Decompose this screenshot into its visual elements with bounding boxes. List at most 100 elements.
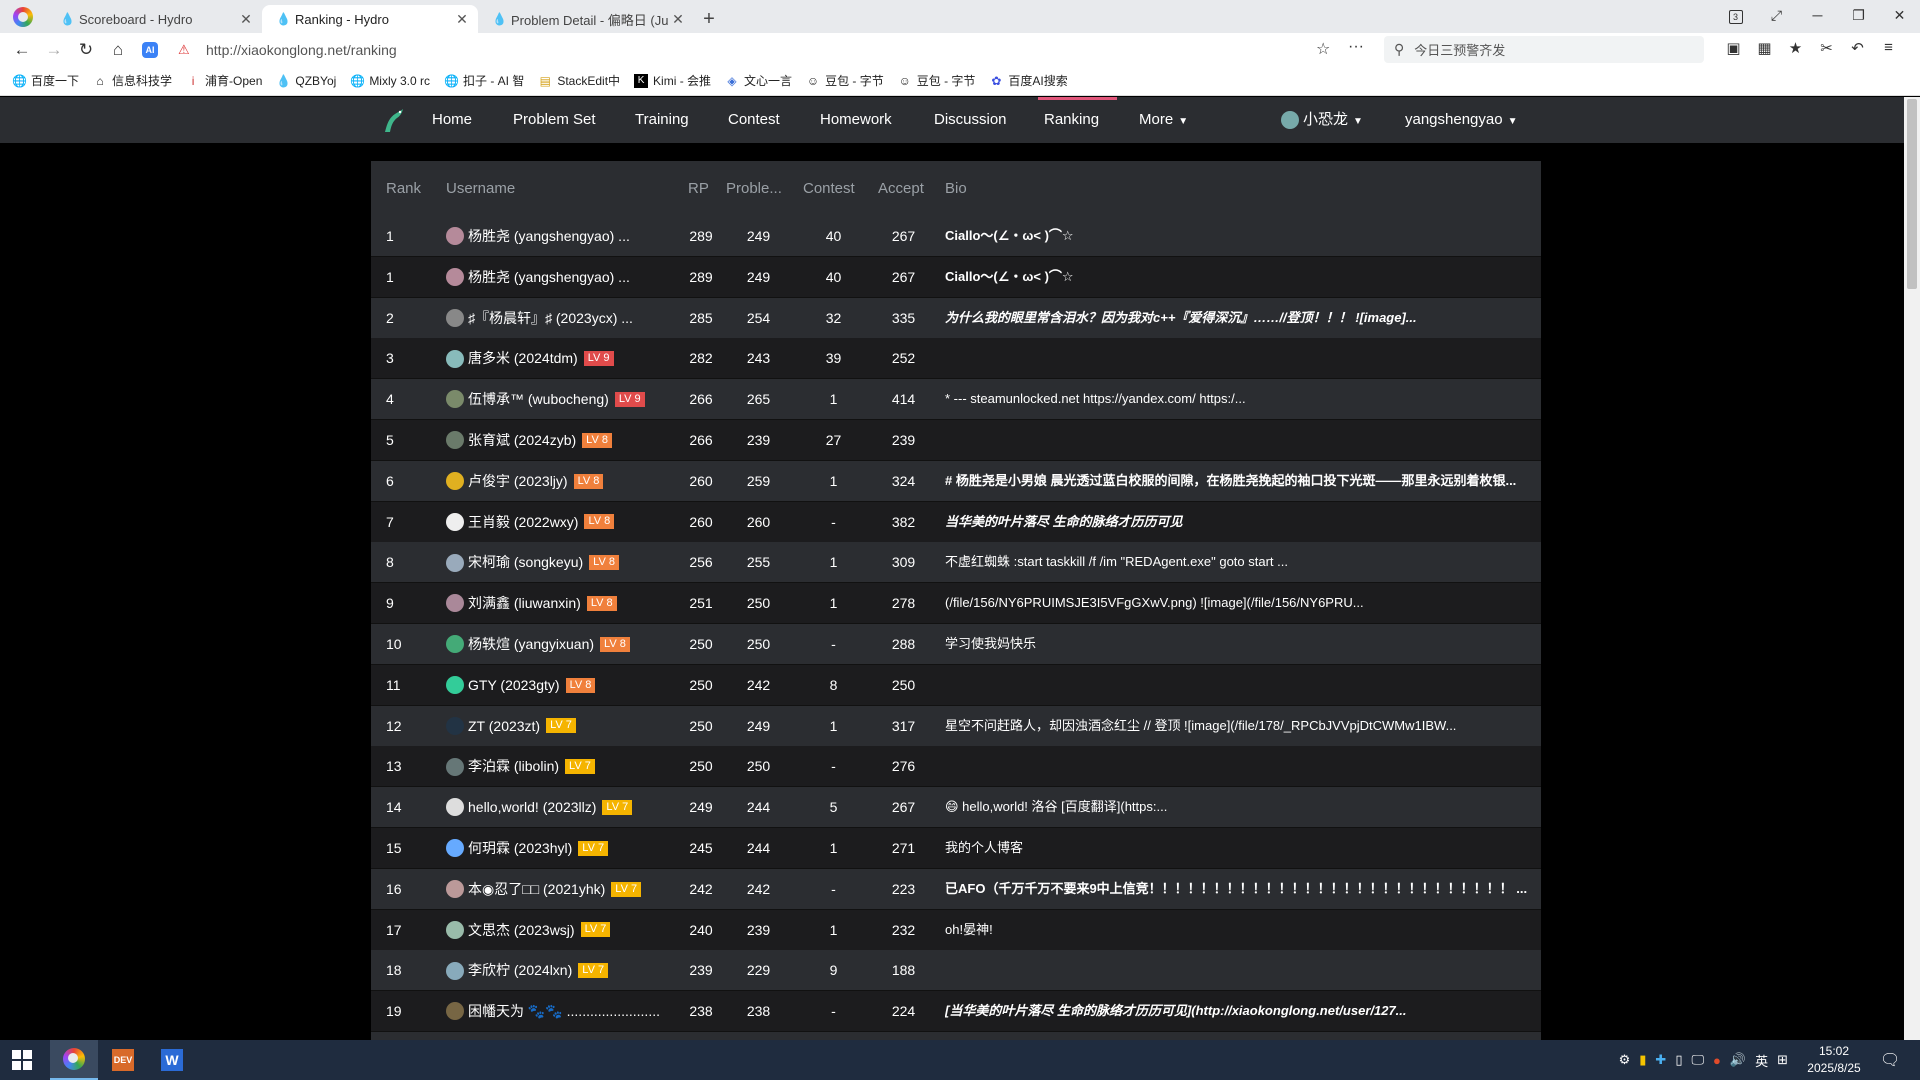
bookmark-item[interactable]: ▤ StackEdit中 [538, 72, 620, 89]
avatar[interactable] [446, 757, 464, 776]
tab-scoreboard[interactable]: 💧 Scoreboard - Hydro ✕ [46, 5, 262, 33]
avatar[interactable] [446, 268, 464, 287]
username-cell[interactable]: 何玥霖 (2023hyl) LV 7 [446, 828, 686, 868]
username-link[interactable]: 唐多米 (2024tdm) [468, 350, 578, 366]
keyboard-icon[interactable]: ⊞ [1777, 1052, 1788, 1068]
header-rank[interactable]: Rank [386, 161, 421, 216]
username-cell[interactable]: 唐多米 (2024tdm) LV 9 [446, 338, 686, 378]
minimize-icon[interactable]: ─ [1797, 7, 1838, 23]
bookmark-item[interactable]: 🌐 百度一下 [12, 72, 79, 89]
header-username[interactable]: Username [446, 161, 515, 216]
username-link[interactable]: 杨胜尧 (yangshengyao) ... [468, 228, 630, 244]
username-cell[interactable]: 杨胜尧 (yangshengyao) ... [446, 257, 686, 297]
apps-icon[interactable]: ▦ [1749, 39, 1780, 57]
nav-ranking[interactable]: Ranking [1037, 97, 1118, 143]
username-cell[interactable]: ♯『杨晨轩』♯ (2023ycx) ... [446, 298, 686, 338]
bookmark-item[interactable]: ◈ 文心一言 [725, 72, 792, 89]
bookmark-item[interactable]: i 浦育-Open [186, 72, 263, 89]
close-icon[interactable]: ✕ [454, 11, 470, 28]
notification-icon[interactable]: 🗨 [1880, 1050, 1900, 1070]
nav-problem-set[interactable]: Problem Set [513, 97, 596, 143]
tray-app-icon[interactable]: ● [1713, 1053, 1721, 1068]
avatar[interactable] [446, 676, 464, 695]
usb-icon[interactable]: ▯ [1675, 1052, 1682, 1068]
avatar[interactable] [446, 512, 464, 531]
username-cell[interactable]: 本◉忍了□□ (2021yhk) LV 7 [446, 869, 686, 909]
page-scrollbar[interactable] [1904, 97, 1920, 1040]
reload-icon[interactable]: ↻ [70, 40, 102, 60]
avatar[interactable] [446, 594, 464, 613]
username-link[interactable]: ♯『杨晨轩』♯ (2023ycx) ... [468, 310, 633, 326]
ai-assistant-icon[interactable]: AI [142, 41, 158, 58]
username-link[interactable]: 文思杰 (2023wsj) [468, 922, 575, 938]
username-cell[interactable]: 李欣柠 (2024lxn) LV 7 [446, 950, 686, 990]
username-cell[interactable]: 文思杰 (2023wsj) LV 7 [446, 910, 686, 950]
header-accept[interactable]: Accept [878, 161, 924, 216]
close-icon[interactable]: ✕ [670, 11, 686, 28]
taskbar-devcpp-icon[interactable]: DEV [99, 1040, 147, 1080]
username-link[interactable]: GTY (2023gty) [468, 677, 560, 693]
nav-more[interactable]: More ▼ [1139, 97, 1188, 143]
nav-contest[interactable]: Contest [728, 97, 780, 143]
avatar[interactable] [446, 961, 464, 980]
ime-indicator[interactable]: 英 [1755, 1051, 1768, 1070]
favorites-icon[interactable]: ★ [1780, 39, 1811, 57]
maximize-icon[interactable]: ❐ [1838, 7, 1879, 24]
url-field[interactable]: ⚠ http://xiaokonglong.net/ranking [178, 36, 1358, 64]
header-contest[interactable]: Contest [803, 161, 855, 216]
more-icon[interactable]: ··· [1348, 38, 1364, 56]
browser-logo-icon[interactable] [0, 0, 46, 33]
username-cell[interactable]: 王肖毅 (2022wxy) LV 8 [446, 502, 686, 542]
site-logo-icon[interactable] [379, 106, 407, 134]
bookmark-item[interactable]: ☺ 豆包 - 字节 [806, 72, 884, 89]
bookmark-item[interactable]: ✿ 百度AI搜索 [989, 72, 1067, 89]
username-cell[interactable]: 张育斌 (2024zyb) LV 8 [446, 420, 686, 460]
username-cell[interactable]: 杨轶煊 (yangyixuan) LV 8 [446, 624, 686, 664]
username-link[interactable]: ZT (2023zt) [468, 718, 540, 734]
avatar[interactable] [446, 635, 464, 654]
username-link[interactable]: 何玥霖 (2023hyl) [468, 840, 572, 856]
username-link[interactable]: 本◉忍了□□ (2021yhk) [468, 881, 605, 897]
username-link[interactable]: 杨胜尧 (yangshengyao) ... [468, 269, 630, 285]
username-cell[interactable]: 刘满鑫 (liuwanxin) LV 8 [446, 583, 686, 623]
volume-icon[interactable]: 🔊 [1730, 1052, 1746, 1068]
nav-user-menu[interactable]: 小恐龙 ▼ [1281, 97, 1363, 143]
username-link[interactable]: 李欣柠 (2024lxn) [468, 962, 572, 978]
bookmark-item[interactable]: 🌐 Mixly 3.0 rc [350, 74, 430, 88]
username-link[interactable]: 杨轶煊 (yangyixuan) [468, 636, 594, 652]
username-cell[interactable]: 黄轩泽 (2024hxz)LV 7 [446, 1032, 686, 1040]
tray-app-icon[interactable]: ▮ [1639, 1052, 1646, 1068]
bookmark-item[interactable]: K Kimi - 会推 [634, 72, 711, 89]
home-icon[interactable]: ⌂ [102, 40, 134, 60]
new-tab-button[interactable]: + [694, 5, 724, 33]
network-icon[interactable]: 🖵 [1691, 1052, 1704, 1068]
bookmark-item[interactable]: 🌐 扣子 - AI 智 [444, 72, 524, 89]
username-cell[interactable]: 宋柯瑜 (songkeyu) LV 8 [446, 542, 686, 582]
avatar[interactable] [446, 308, 464, 327]
tab-count-icon[interactable]: 3 [1715, 7, 1756, 24]
forward-icon[interactable]: → [38, 40, 70, 60]
avatar[interactable] [446, 1002, 464, 1021]
username-cell[interactable]: ZT (2023zt) LV 7 [446, 706, 686, 746]
username-link[interactable]: hello,world! (2023llz) [468, 799, 596, 815]
tab-problem-detail[interactable]: 💧 Problem Detail - 偏略日 (Ju ✕ [478, 5, 694, 33]
header-bio[interactable]: Bio [945, 161, 967, 216]
avatar[interactable] [446, 553, 464, 572]
nav-account-menu[interactable]: yangshengyao ▼ [1405, 97, 1518, 143]
close-window-icon[interactable]: ✕ [1879, 7, 1920, 24]
avatar[interactable] [446, 472, 464, 491]
username-link[interactable]: 王肖毅 (2022wxy) [468, 514, 578, 530]
bookmark-item[interactable]: ☺ 豆包 - 字节 [898, 72, 976, 89]
nav-homework[interactable]: Homework [820, 97, 892, 143]
insecure-icon[interactable]: ⚠ [178, 42, 200, 58]
back-icon[interactable]: ← [6, 40, 38, 60]
avatar[interactable] [446, 227, 464, 246]
username-link[interactable]: 困幡天为 🐾🐾 ........................ [468, 1003, 660, 1019]
taskbar-browser-icon[interactable] [50, 1040, 98, 1080]
tray-app-icon[interactable]: ✚ [1655, 1052, 1666, 1068]
taskbar-clock[interactable]: 15:02 2025/8/25 [1796, 1043, 1872, 1077]
taskbar-word-icon[interactable]: W [148, 1040, 196, 1080]
nav-discussion[interactable]: Discussion [934, 97, 1007, 143]
username-cell[interactable]: 卢俊宇 (2023ljy) LV 8 [446, 461, 686, 501]
bookmark-item[interactable]: 💧 QZBYoj [276, 74, 336, 88]
